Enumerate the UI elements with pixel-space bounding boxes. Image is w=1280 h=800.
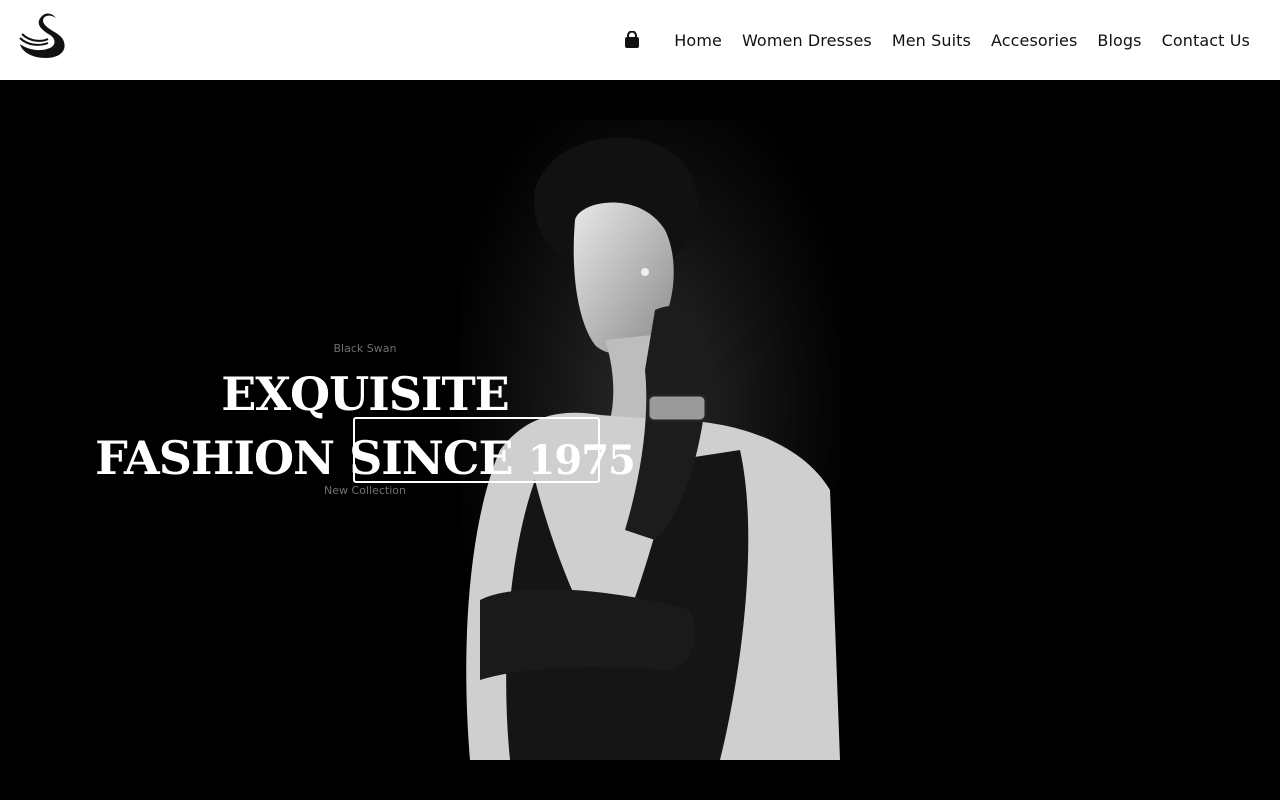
nav-men-suits[interactable]: Men Suits: [892, 31, 971, 50]
hero-eyebrow: Black Swan: [333, 342, 397, 355]
shopping-bag-icon[interactable]: [624, 31, 640, 49]
main-nav: Home Women Dresses Men Suits Accesories …: [624, 0, 1250, 80]
site-header: Home Women Dresses Men Suits Accesories …: [0, 0, 1280, 80]
nav-home[interactable]: Home: [674, 31, 722, 50]
headline-fashion: FASHION: [95, 431, 350, 485]
swan-icon[interactable]: [18, 12, 72, 60]
nav-contact-us[interactable]: Contact Us: [1162, 31, 1250, 50]
nav-accesories[interactable]: Accesories: [991, 31, 1077, 50]
headline-highlight-box: [353, 417, 600, 483]
nav-women-dresses[interactable]: Women Dresses: [742, 31, 872, 50]
nav-blogs[interactable]: Blogs: [1097, 31, 1141, 50]
hero-section: Black Swan EXQUISITE FASHION SINCE 1975 …: [0, 80, 1280, 800]
hero-subtitle: New Collection: [324, 484, 406, 497]
